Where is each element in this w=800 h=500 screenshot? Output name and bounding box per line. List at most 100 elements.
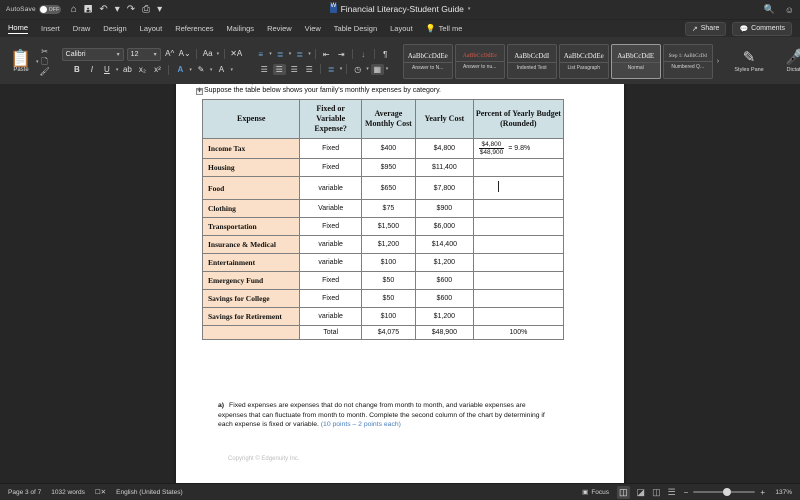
style-tile-indented-text[interactable]: AaBbCcDdI Indented Text [507,44,557,79]
tab-review[interactable]: Review [267,24,292,33]
cell-expense[interactable]: Entertainment [203,254,300,272]
grow-font-icon[interactable]: A^ [164,48,176,60]
undo-chevron-down-icon[interactable]: ▾ [115,5,120,15]
cell-yearly[interactable]: $900 [415,200,473,218]
shading-chevron-down-icon[interactable]: ▾ [366,66,369,72]
save-icon[interactable]: 🖪 [84,5,93,15]
cell-percent[interactable] [473,218,563,236]
highlight-chevron-down-icon[interactable]: ▾ [210,67,213,73]
cell-yearly[interactable]: $1,200 [415,254,473,272]
comments-button[interactable]: 💬 Comments [732,22,792,36]
shrink-font-icon[interactable]: A⌄ [179,48,191,60]
tab-layout[interactable]: Layout [140,24,163,33]
style-tile-numbered-q[interactable]: Step 1: AaBbCcDd Numbered Q... [663,44,713,79]
tab-mailings[interactable]: Mailings [227,24,255,33]
share-button[interactable]: ↗ Share [685,22,727,36]
cell-type[interactable]: Fixed [300,218,361,236]
tab-view[interactable]: View [305,24,321,33]
qat-more-icon[interactable]: ▾ [157,5,162,15]
cell-expense[interactable]: Savings for College [203,290,300,308]
increase-indent-icon[interactable]: ⇥ [335,49,348,60]
cell-percent[interactable] [473,290,563,308]
tell-me-button[interactable]: 💡 Tell me [426,24,463,33]
font-color-chevron-down-icon[interactable]: ▾ [230,67,233,73]
cell-yearly[interactable]: $11,400 [415,159,473,177]
change-case-icon[interactable]: Aa [202,48,214,60]
tab-design[interactable]: Design [103,24,126,33]
table-row[interactable]: Emergency Fund Fixed $50 $600 [203,272,564,290]
line-spacing-icon[interactable]: ≣ [325,64,338,75]
zoom-slider-thumb[interactable] [723,488,731,496]
superscript-icon[interactable]: x² [151,64,163,76]
cell-yearly[interactable]: $14,400 [415,236,473,254]
cell-monthly[interactable]: $650 [361,177,415,200]
cell-type[interactable]: Total [300,326,361,340]
shading-icon[interactable]: ◷ [351,64,364,75]
borders-chevron-down-icon[interactable]: ▾ [386,66,389,72]
cell-monthly[interactable]: $1,500 [361,218,415,236]
font-size-select[interactable]: 12 ▾ [127,48,161,61]
autosave-toggle[interactable]: AutoSave OFF [6,5,61,14]
zoom-out-icon[interactable]: − [684,488,689,497]
underline-icon[interactable]: U [101,64,113,76]
cell-yearly[interactable]: $6,000 [415,218,473,236]
table-row[interactable]: Entertainment variable $100 $1,200 [203,254,564,272]
copy-icon[interactable]: 🗋 [41,57,47,66]
change-case-chevron-down-icon[interactable]: ▾ [217,51,220,57]
zoom-control[interactable]: − + 137% [684,488,792,497]
focus-button[interactable]: ▣ Focus [582,488,609,496]
expenses-table[interactable]: Expense Fixed or Variable Expense? Avera… [202,99,564,340]
styles-more-icon[interactable]: › [715,58,721,65]
style-tile-answer-to-n[interactable]: AaBbCcDdEe Answer to N... [403,44,453,79]
print-layout-icon[interactable]: ◫ [617,486,630,499]
cell-percent[interactable] [473,200,563,218]
cell-yearly[interactable]: $48,900 [415,326,473,340]
cell-percent[interactable] [473,236,563,254]
tab-insert[interactable]: Insert [41,24,60,33]
document-page[interactable]: and variable expenses. Suppose the table… [176,84,624,483]
language-indicator[interactable]: English (United States) [116,489,182,496]
cell-expense[interactable]: Savings for Retirement [203,308,300,326]
redo-icon[interactable]: ↷ [127,5,135,15]
cell-expense[interactable]: Transportation [203,218,300,236]
cell-expense[interactable]: Income Tax [203,139,300,159]
cell-percent[interactable] [473,254,563,272]
tab-home[interactable]: Home [8,23,28,34]
cell-percent[interactable]: 100% [473,326,563,340]
tab-table-design[interactable]: Table Design [334,24,377,33]
cell-type[interactable]: Fixed [300,159,361,177]
table-row[interactable]: Transportation Fixed $1,500 $6,000 [203,218,564,236]
sort-icon[interactable]: ↓ [357,49,370,60]
table-row[interactable]: Housing Fixed $950 $11,400 [203,159,564,177]
zoom-level[interactable]: 137% [770,489,792,496]
table-row[interactable]: Income Tax Fixed $400 $4,800 $4,800 $48,… [203,139,564,159]
cell-type[interactable]: Fixed [300,272,361,290]
cell-type[interactable]: variable [300,177,361,200]
search-icon[interactable]: 🔍 [764,4,775,15]
multilevel-chevron-down-icon[interactable]: ▾ [308,51,311,57]
cell-type[interactable]: variable [300,254,361,272]
font-name-select[interactable]: Calibri ▾ [62,48,124,61]
cell-percent[interactable]: $4,800 $48,900 = 9.8% [473,139,563,159]
cell-expense[interactable]: Insurance & Medical [203,236,300,254]
web-layout-icon[interactable]: ◪ [637,487,646,498]
font-color-icon[interactable]: A [215,64,227,76]
bullets-icon[interactable]: ≡ [254,49,267,60]
cell-monthly[interactable]: $100 [361,308,415,326]
dictate-button[interactable]: 🎤 Dictate [778,50,800,74]
paste-button[interactable]: 📋 Paste [6,51,36,73]
cell-yearly[interactable]: $4,800 [415,139,473,159]
tab-references[interactable]: References [175,24,213,33]
outline-view-icon[interactable]: ☰ [668,487,676,498]
clear-formatting-icon[interactable]: ✕A [230,48,242,60]
table-row[interactable]: Food variable $650 $7,800 [203,177,564,200]
style-tile-list-paragraph[interactable]: AaBbCcDdEe List Paragraph [559,44,609,79]
cell-type[interactable]: Variable [300,200,361,218]
cell-expense[interactable]: Housing [203,159,300,177]
table-row[interactable]: Savings for Retirement variable $100 $1,… [203,308,564,326]
multilevel-list-icon[interactable]: ≣ [293,49,306,60]
underline-chevron-down-icon[interactable]: ▾ [116,67,119,73]
print-icon[interactable]: ⎙ [142,5,150,15]
cell-yearly[interactable]: $600 [415,272,473,290]
style-tile-normal[interactable]: AaBbCcDdE Normal [611,44,661,79]
